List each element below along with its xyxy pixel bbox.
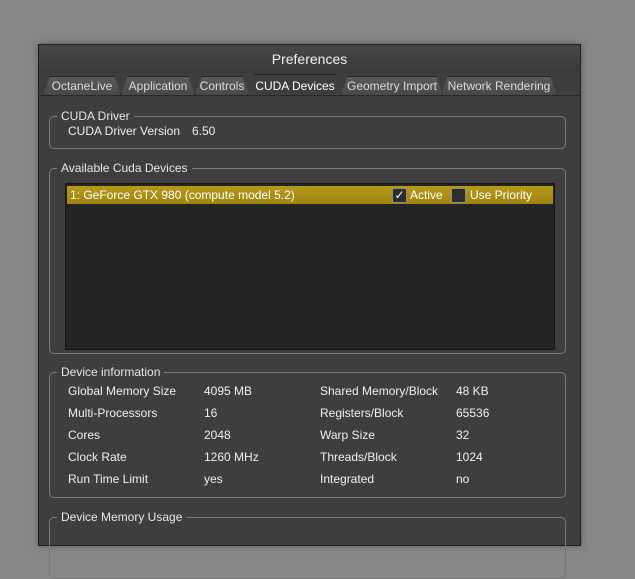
global-memory-value: 4095 MB xyxy=(204,384,253,398)
device-memory-usage-legend: Device Memory Usage xyxy=(57,509,187,525)
use-priority-checkbox[interactable] xyxy=(451,188,466,203)
clock-rate-value: 1260 MHz xyxy=(204,450,259,464)
device-item-gtx980[interactable]: 1: GeForce GTX 980 (compute model 5.2) ✓… xyxy=(67,186,553,204)
device-list[interactable]: 1: GeForce GTX 980 (compute model 5.2) ✓… xyxy=(65,183,555,350)
tab-application[interactable]: Application xyxy=(121,76,195,95)
tab-cuda-devices[interactable]: CUDA Devices xyxy=(247,74,343,96)
window-title: Preferences xyxy=(39,45,580,73)
preferences-window: Preferences OctaneLive Application Contr… xyxy=(38,44,581,579)
device-information-legend: Device information xyxy=(57,364,165,380)
desktop: { "window": { "title": "Preferences" }, … xyxy=(0,0,635,579)
device-name: 1: GeForce GTX 980 (compute model 5.2) xyxy=(70,188,295,202)
driver-version-label: CUDA Driver Version xyxy=(68,124,181,138)
threads-per-block-label: Threads/Block xyxy=(320,450,397,464)
tab-controls[interactable]: Controls xyxy=(195,76,249,95)
integrated-value: no xyxy=(456,472,470,486)
active-checkbox[interactable]: ✓ xyxy=(392,188,407,203)
multi-processors-value: 16 xyxy=(204,406,218,420)
device-memory-usage-group: Device Memory Usage xyxy=(49,509,566,579)
driver-version-value: 6.50 xyxy=(192,124,216,138)
clock-rate-label: Clock Rate xyxy=(68,450,127,464)
run-time-limit-value: yes xyxy=(204,472,223,486)
registers-value: 65536 xyxy=(456,406,490,420)
available-devices-group: Available Cuda Devices 1: GeForce GTX 98… xyxy=(49,160,566,354)
registers-label: Registers/Block xyxy=(320,406,404,420)
tab-divider xyxy=(39,95,580,96)
tab-network-rendering[interactable]: Network Rendering xyxy=(441,76,557,95)
tab-geometry-import[interactable]: Geometry Import xyxy=(341,76,443,95)
warp-size-label: Warp Size xyxy=(320,428,375,442)
device-information-group: Device information Global Memory Size 40… xyxy=(49,364,566,498)
threads-per-block-value: 1024 xyxy=(456,450,483,464)
available-devices-legend: Available Cuda Devices xyxy=(57,160,192,176)
tab-octanelive[interactable]: OctaneLive xyxy=(43,76,121,95)
run-time-limit-label: Run Time Limit xyxy=(68,472,149,486)
cuda-driver-group: CUDA Driver CUDA Driver Version 6.50 xyxy=(49,108,566,149)
check-icon: ✓ xyxy=(394,188,405,202)
cores-label: Cores xyxy=(68,428,101,442)
global-memory-label: Global Memory Size xyxy=(68,384,177,398)
use-priority-label: Use Priority xyxy=(470,188,533,202)
tab-bar: OctaneLive Application Controls Geometry… xyxy=(39,74,580,96)
shared-memory-value: 48 KB xyxy=(456,384,489,398)
shared-memory-label: Shared Memory/Block xyxy=(320,384,439,398)
cores-value: 2048 xyxy=(204,428,231,442)
cuda-driver-legend: CUDA Driver xyxy=(57,108,134,124)
warp-size-value: 32 xyxy=(456,428,470,442)
multi-processors-label: Multi-Processors xyxy=(68,406,158,420)
active-label: Active xyxy=(410,188,443,202)
integrated-label: Integrated xyxy=(320,472,375,486)
